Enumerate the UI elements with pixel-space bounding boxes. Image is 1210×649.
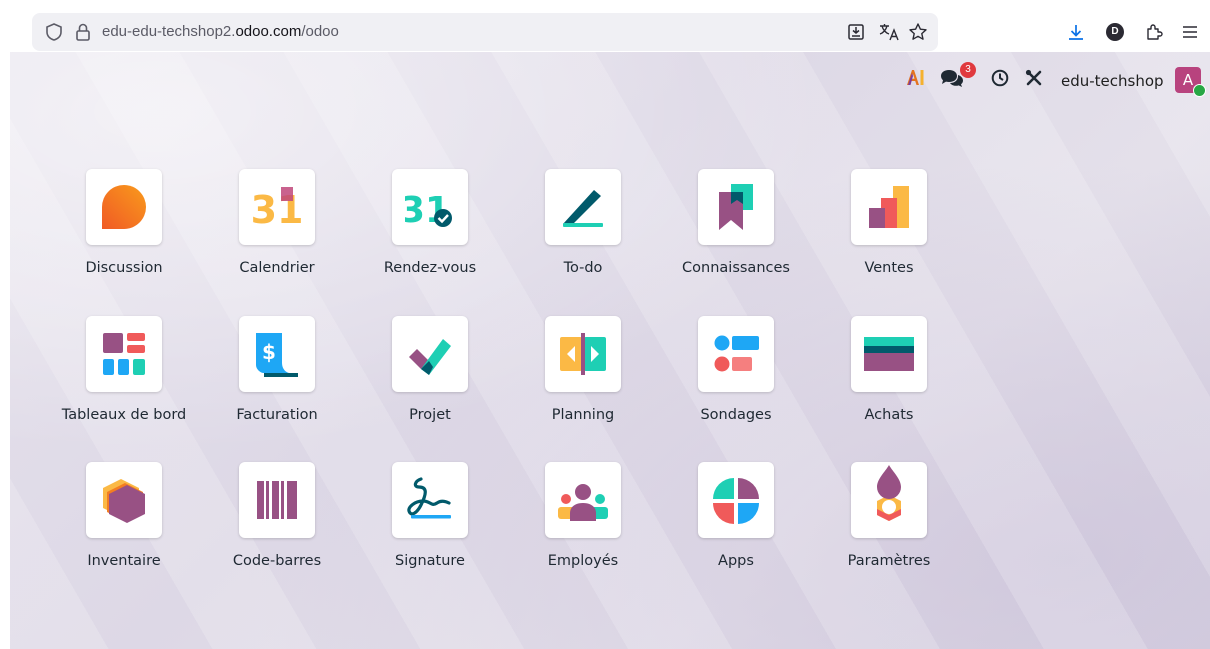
app-tile[interactable]: $ — [239, 316, 315, 392]
bookmark-star-icon[interactable] — [908, 22, 928, 46]
app-label: Code-barres — [232, 553, 322, 569]
discussion-icon — [102, 185, 146, 229]
address-bar[interactable]: edu-edu-techshop2.odoo.com/odoo — [32, 13, 938, 51]
company-switcher[interactable]: edu-techshop — [1061, 72, 1164, 90]
app-sondages[interactable]: Sondages — [669, 316, 799, 436]
extensions-icon[interactable] — [1144, 22, 1164, 46]
app-calendrier[interactable]: 31 Calendrier — [210, 169, 340, 289]
app-label: Apps — [718, 553, 754, 569]
signature-icon — [407, 477, 451, 519]
app-label: Discussion — [85, 260, 163, 276]
app-planning[interactable]: Planning — [516, 316, 646, 436]
app-label: Inventaire — [87, 553, 161, 569]
knowledge-bookmark-icon — [719, 184, 753, 230]
app-tile[interactable] — [698, 462, 774, 538]
app-tile[interactable] — [545, 316, 621, 392]
app-label: Employés — [547, 553, 619, 569]
project-check-icon — [409, 339, 451, 375]
app-label: Projet — [409, 407, 451, 423]
app-label: To-do — [563, 260, 603, 276]
appointment-icon: 31 — [405, 190, 452, 231]
app-label: Calendrier — [239, 260, 315, 276]
app-tile[interactable] — [851, 462, 927, 538]
reader-view-icon[interactable] — [846, 22, 866, 46]
menu-hamburger-icon[interactable] — [1180, 22, 1200, 46]
app-label: Connaissances — [682, 260, 790, 276]
app-connaissances[interactable]: Connaissances — [669, 169, 799, 289]
lock-icon[interactable] — [74, 22, 92, 46]
tools-icon[interactable] — [1024, 68, 1044, 92]
url-path: /odoo — [301, 23, 339, 40]
url-text[interactable]: edu-edu-techshop2.odoo.com/odoo — [102, 23, 339, 40]
app-tile[interactable] — [239, 462, 315, 538]
odoo-home-menu: AI 3 edu-techshop A Discussion 31 — [10, 52, 1210, 649]
messages-count-badge: 3 — [960, 62, 976, 78]
sales-chart-icon — [869, 186, 909, 228]
app-discussion[interactable]: Discussion — [57, 169, 187, 289]
employees-icon — [558, 484, 608, 521]
profile-avatar[interactable]: D — [1106, 23, 1124, 41]
app-tile[interactable] — [86, 169, 162, 245]
app-tile[interactable] — [545, 169, 621, 245]
downloads-icon[interactable] — [1066, 22, 1086, 46]
app-label: Rendez-vous — [383, 260, 477, 276]
app-projet[interactable]: Projet — [363, 316, 493, 436]
app-label: Sondages — [700, 407, 772, 423]
app-tile[interactable] — [86, 462, 162, 538]
app-label: Achats — [864, 407, 914, 423]
app-tableaux-de-bord[interactable]: Tableaux de bord — [57, 316, 187, 436]
todo-icon — [563, 190, 603, 227]
translate-icon[interactable] — [878, 22, 900, 46]
online-status-dot — [1193, 84, 1206, 97]
app-rendez-vous[interactable]: 31 Rendez-vous — [363, 169, 493, 289]
app-to-do[interactable]: To-do — [516, 169, 646, 289]
tracking-protection-icon[interactable] — [44, 22, 64, 46]
url-domain: odoo.com — [235, 23, 302, 40]
app-tile[interactable] — [698, 316, 774, 392]
app-tile[interactable]: 31 — [239, 169, 315, 245]
app-employes[interactable]: Employés — [516, 462, 646, 582]
app-code-barres[interactable]: Code-barres — [210, 462, 340, 582]
survey-icon — [714, 335, 759, 372]
invoice-icon: $ — [256, 333, 298, 377]
app-achats[interactable]: Achats — [822, 316, 952, 436]
app-tile[interactable] — [851, 316, 927, 392]
app-parametres[interactable]: Paramètres — [822, 462, 952, 582]
app-label: Facturation — [236, 407, 318, 423]
app-tile[interactable] — [851, 169, 927, 245]
calendar-icon: 31 — [252, 187, 302, 232]
calendar-icon-text: 31 — [252, 188, 302, 232]
activity-clock-icon[interactable] — [990, 68, 1010, 92]
app-tile[interactable] — [545, 462, 621, 538]
dashboard-icon — [103, 333, 145, 375]
app-tile[interactable] — [392, 462, 468, 538]
url-prefix: edu-edu-techshop2. — [102, 23, 236, 40]
purchase-card-icon — [864, 337, 914, 371]
browser-toolbar: edu-edu-techshop2.odoo.com/odoo D — [0, 0, 1210, 52]
app-tile[interactable] — [698, 169, 774, 245]
app-label: Tableaux de bord — [61, 407, 187, 423]
inventory-box-icon — [103, 479, 145, 523]
app-label: Signature — [395, 553, 465, 569]
apps-store-icon — [713, 478, 759, 524]
app-tile[interactable] — [86, 316, 162, 392]
barcode-icon — [257, 481, 297, 519]
app-facturation[interactable]: $ Facturation — [210, 316, 340, 436]
app-tile[interactable] — [392, 316, 468, 392]
app-inventaire[interactable]: Inventaire — [57, 462, 187, 582]
ai-icon[interactable]: AI — [906, 68, 926, 90]
app-tile[interactable]: 31 — [392, 169, 468, 245]
invoice-icon-text: $ — [262, 340, 276, 364]
app-ventes[interactable]: Ventes — [822, 169, 952, 289]
app-label: Paramètres — [847, 553, 931, 569]
app-label: Planning — [551, 407, 615, 423]
planning-icon — [560, 333, 606, 375]
settings-drop-icon — [877, 465, 901, 521]
app-label: Ventes — [864, 260, 914, 276]
app-signature[interactable]: Signature — [363, 462, 493, 582]
app-apps[interactable]: Apps — [669, 462, 799, 582]
